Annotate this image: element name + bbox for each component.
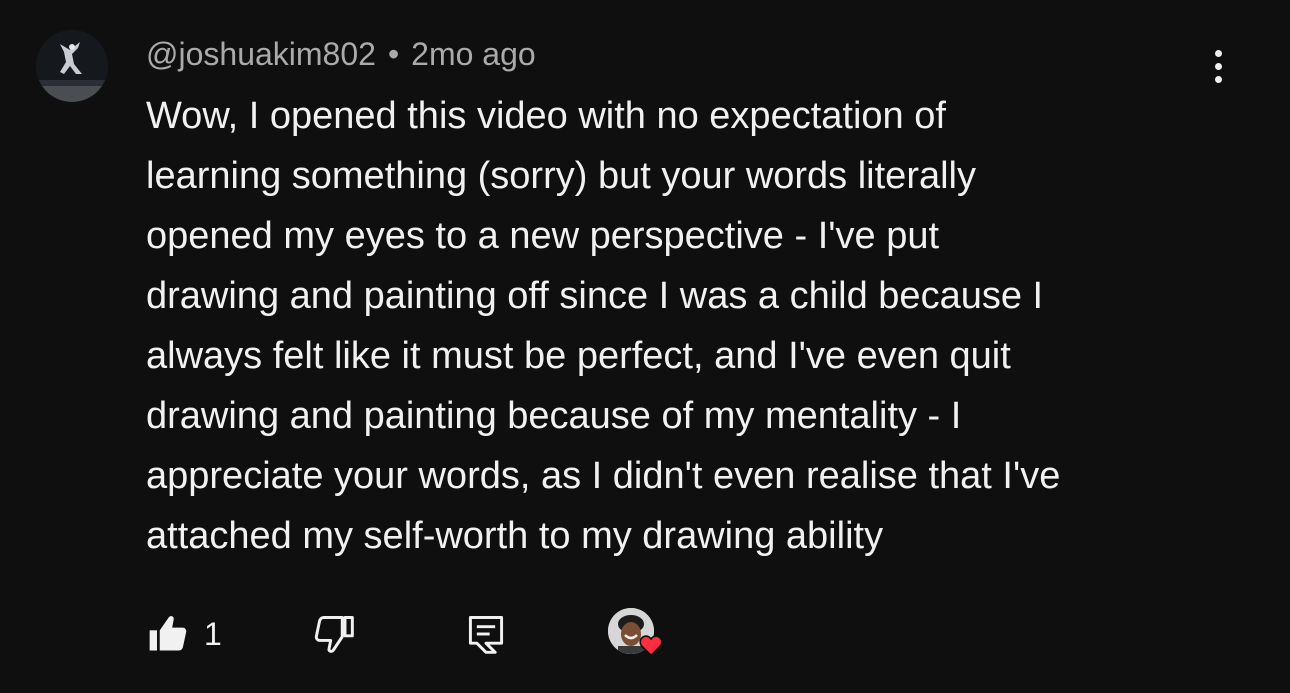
creator-heart-badge bbox=[608, 608, 663, 664]
more-vertical-icon-dot bbox=[1214, 75, 1222, 83]
author-avatar[interactable] bbox=[36, 30, 108, 102]
comment-line: appreciate your words, as I didn't even … bbox=[146, 455, 1061, 497]
like-button[interactable]: 1 bbox=[146, 604, 222, 664]
comment-text: Wow, I opened this video with no expecta… bbox=[146, 86, 1226, 566]
thumbs-up-filled-icon bbox=[149, 616, 187, 651]
comment-line: opened my eyes to a new perspective - I'… bbox=[146, 215, 940, 257]
reply-button[interactable] bbox=[464, 604, 508, 664]
avatar-image bbox=[36, 30, 108, 102]
dislike-button[interactable] bbox=[312, 604, 356, 664]
comment-line: learning something (sorry) but your word… bbox=[146, 155, 976, 197]
like-count: 1 bbox=[204, 615, 222, 652]
author-handle[interactable]: @joshuakim802 bbox=[146, 36, 376, 72]
meta-separator: • bbox=[387, 36, 400, 72]
more-actions-button[interactable] bbox=[1196, 42, 1240, 90]
more-vertical-icon-dot bbox=[1214, 49, 1222, 57]
comment-line: drawing and painting because of my menta… bbox=[146, 395, 962, 437]
comment-item: @joshuakim802 • 2mo ago Wow, I opened this… bbox=[0, 0, 1290, 693]
comment-line: always felt like it must be perfect, and… bbox=[146, 335, 1011, 377]
comment-line: drawing and painting off since I was a c… bbox=[146, 275, 1044, 317]
creator-heart-icon bbox=[639, 635, 663, 657]
comment-line: attached my self-worth to my drawing abi… bbox=[146, 515, 884, 557]
comment-meta: @joshuakim802 • 2mo ago bbox=[146, 32, 536, 76]
comment-time[interactable]: 2mo ago bbox=[411, 36, 536, 72]
more-vertical-icon-dot bbox=[1214, 62, 1222, 70]
thumbs-down-outline-icon bbox=[314, 616, 354, 653]
comment-line: Wow, I opened this video with no expecta… bbox=[146, 95, 946, 137]
reply-comment-icon bbox=[468, 616, 504, 654]
